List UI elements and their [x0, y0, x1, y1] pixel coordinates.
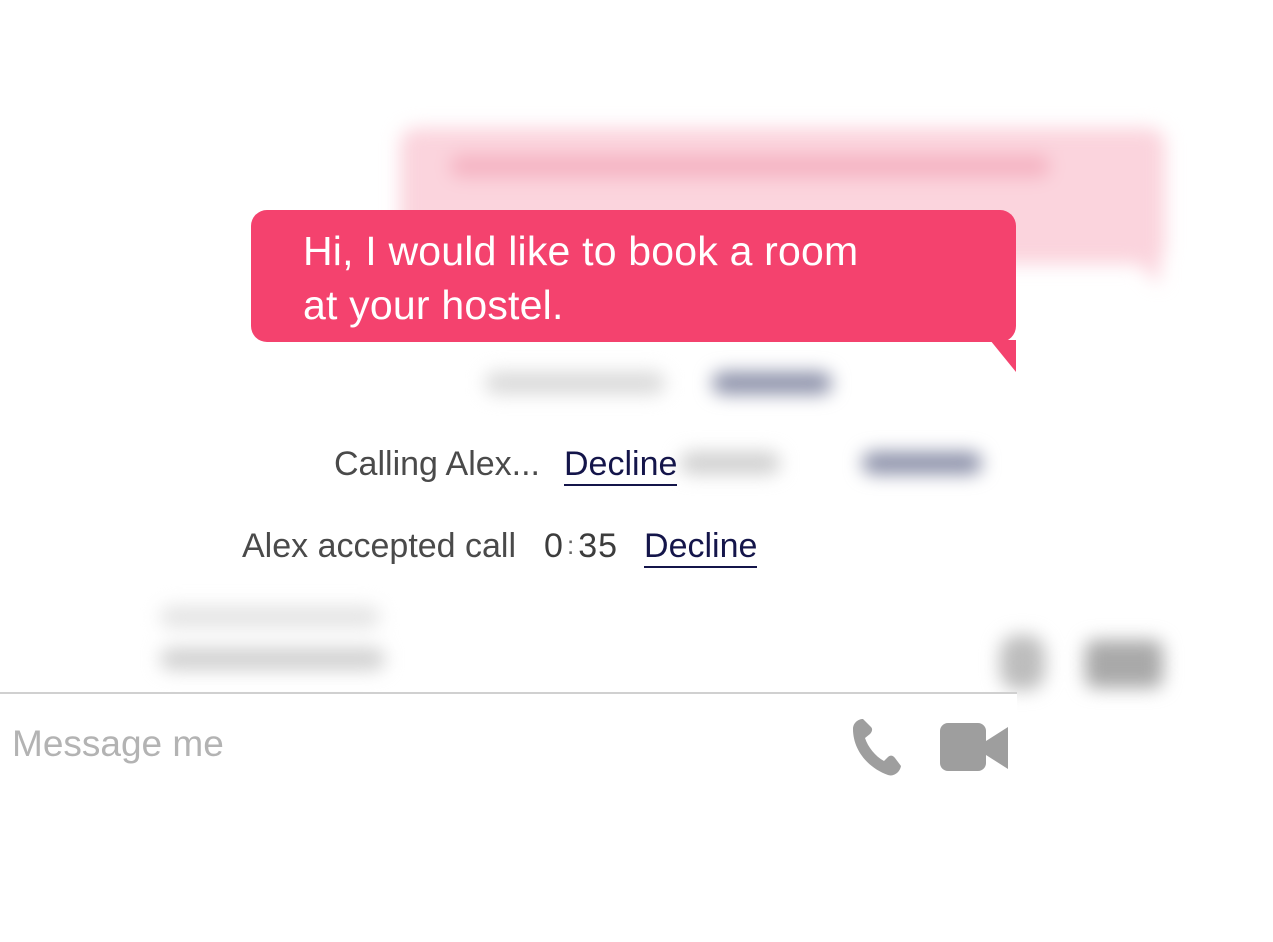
chat-screen: Hi, I would like to book a room at your …: [0, 0, 1273, 942]
accepted-call-text: Alex accepted call: [242, 527, 517, 565]
video-camera-icon: [940, 723, 1008, 771]
call-timer-minutes: 0: [544, 527, 564, 565]
message-input[interactable]: [12, 716, 792, 772]
blurred-message-bubble-tail: [1130, 255, 1160, 285]
message-bubble: Hi, I would like to book a room at your …: [251, 210, 1016, 342]
blurred-status-text: [680, 452, 780, 474]
message-text: Hi, I would like to book a room at your …: [303, 224, 976, 332]
decline-calling-link[interactable]: Decline: [564, 444, 678, 486]
call-timer: 0:35: [544, 524, 618, 570]
calling-status-text: Calling Alex...: [334, 445, 540, 483]
blurred-video-camera-icon: [1085, 640, 1163, 688]
message-text-line-1: Hi, I would like to book a room: [303, 228, 859, 274]
call-timer-separator: :: [566, 530, 576, 560]
phone-call-button[interactable]: [848, 716, 904, 778]
blurred-phone-icon: [1000, 635, 1045, 690]
blurred-composer-text: [160, 606, 380, 628]
blurred-decline-link: [712, 372, 832, 394]
message-composer: [0, 694, 1017, 804]
blurred-status-text: [485, 372, 665, 394]
blurred-message-text: [450, 155, 1050, 177]
accepted-call-row: Alex accepted call 0:35 Decline: [242, 524, 758, 570]
video-call-button[interactable]: [938, 721, 1010, 775]
calling-status-row: Calling Alex... Decline: [334, 442, 678, 486]
blurred-composer-text: [160, 648, 385, 670]
message-bubble-tail: [990, 340, 1016, 372]
message-text-line-2: at your hostel.: [303, 282, 564, 328]
decline-call-link[interactable]: Decline: [644, 526, 758, 568]
call-timer-seconds: 35: [578, 527, 619, 565]
blurred-decline-link: [862, 452, 982, 474]
phone-icon: [853, 719, 901, 776]
